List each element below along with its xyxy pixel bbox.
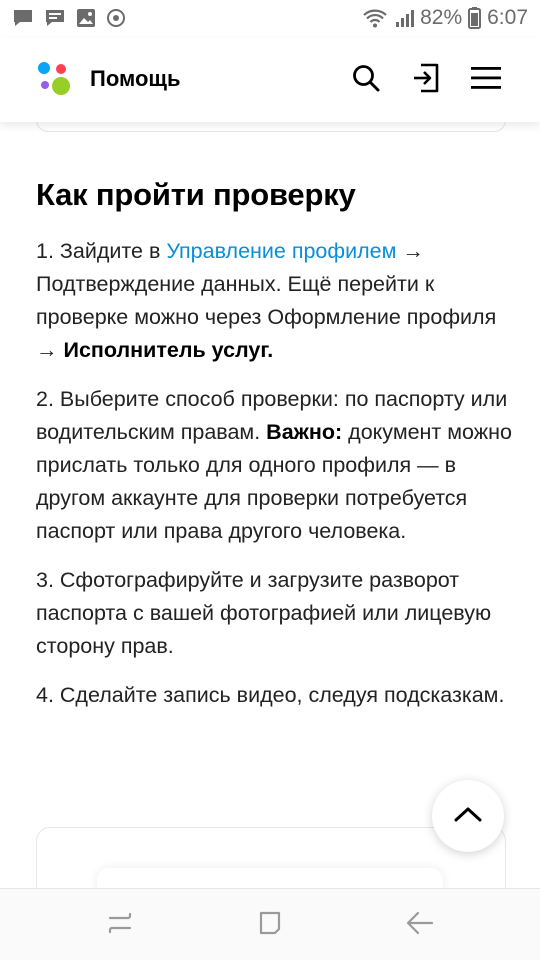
status-bar: 82% 6:07 xyxy=(0,0,540,38)
wifi-icon xyxy=(362,7,388,29)
app-header: Помощь xyxy=(0,38,540,122)
step-3: 3. Сфотографируйте и загрузите разворот … xyxy=(36,568,492,658)
profile-management-link[interactable]: Управление профилем xyxy=(166,239,396,263)
recents-icon xyxy=(106,910,134,941)
step-1-bold: Исполнитель услуг. xyxy=(63,338,274,362)
message-icon xyxy=(12,8,34,28)
help-article: Как пройти проверку 1. Зайдите в Управле… xyxy=(0,122,540,888)
menu-icon xyxy=(471,65,501,96)
step-1: 1. Зайдите в Управление профилем → Подтв… xyxy=(36,235,516,367)
avito-logo-icon[interactable] xyxy=(36,61,72,97)
next-card xyxy=(36,827,506,888)
recents-button[interactable] xyxy=(104,909,136,941)
inner-card xyxy=(97,868,443,888)
logout-icon xyxy=(411,62,441,99)
steps-list: 1. Зайдите в Управление профилем → Подтв… xyxy=(36,235,516,728)
step-2: 2. Выберите способ проверки: по паспорту… xyxy=(36,383,516,548)
home-icon xyxy=(256,909,284,942)
home-button[interactable] xyxy=(254,909,286,941)
chevron-up-icon xyxy=(453,805,483,828)
sync-icon xyxy=(106,8,126,28)
back-button[interactable] xyxy=(404,909,436,941)
search-button[interactable] xyxy=(346,60,386,100)
step-4: 4. Сделайте запись видео, следуя подсказ… xyxy=(36,683,505,707)
back-icon xyxy=(405,910,435,941)
step-1-prefix: 1. Зайдите в xyxy=(36,239,167,263)
system-status: 82% 6:07 xyxy=(362,6,528,30)
image-icon xyxy=(76,8,96,28)
scroll-to-top-button[interactable] xyxy=(432,780,504,852)
battery-percent: 82% xyxy=(420,6,463,29)
previous-card xyxy=(36,122,506,132)
system-nav-bar xyxy=(0,888,540,960)
page-title: Помощь xyxy=(90,66,181,91)
search-icon xyxy=(351,63,381,98)
login-button[interactable] xyxy=(406,60,446,100)
notification-icons xyxy=(12,8,126,28)
clock: 6:07 xyxy=(487,6,528,29)
chat-icon xyxy=(44,8,66,28)
step-2-important: Важно: xyxy=(266,420,343,444)
menu-button[interactable] xyxy=(466,60,506,100)
section-title: Как пройти проверку xyxy=(36,177,356,212)
signal-icon xyxy=(394,8,415,28)
battery-icon xyxy=(468,7,482,29)
